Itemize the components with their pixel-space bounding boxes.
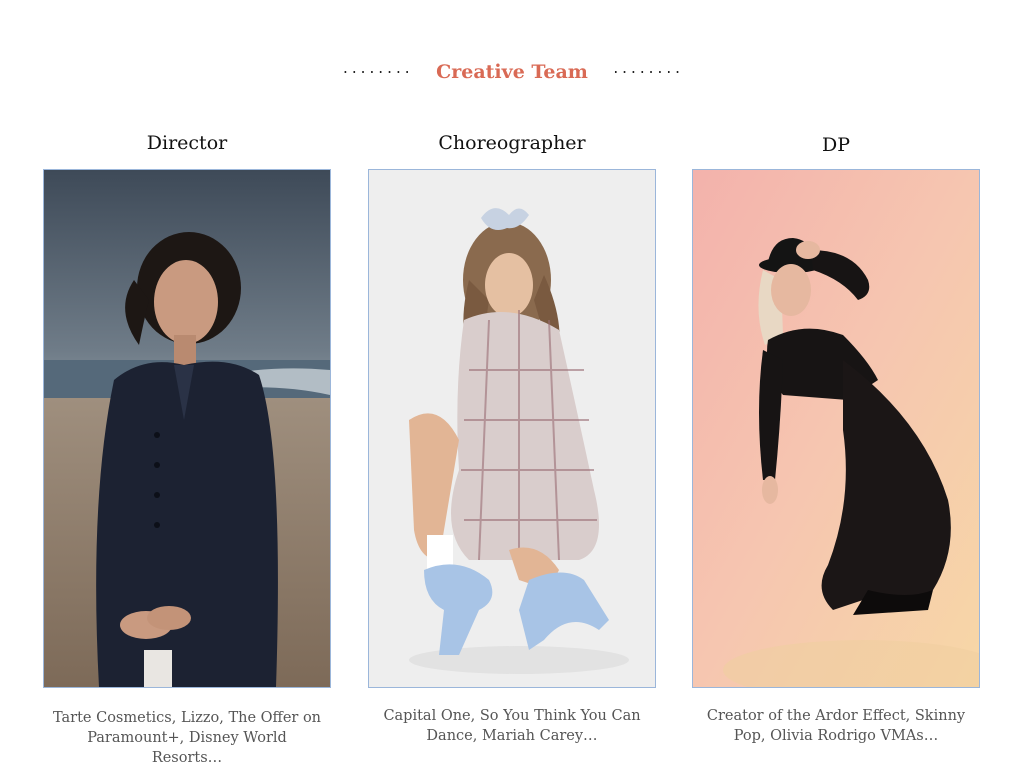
director-photo[interactable] (43, 169, 331, 688)
role-title: DP (821, 134, 851, 156)
team-card-choreographer: Choreographer Capital One, So You Think … (368, 128, 656, 746)
credits-text: Capital One, So You Think You Can Dance,… (383, 708, 641, 744)
choreographer-portrait-image (369, 170, 655, 687)
choreographer-photo[interactable] (368, 169, 656, 688)
role-title: Choreographer (438, 132, 586, 154)
director-portrait-image (44, 170, 330, 687)
credits-text: Creator of the Ardor Effect, Skinny Pop,… (706, 708, 966, 744)
role-title: Director (146, 132, 228, 154)
team-card-dp: DP Creator of the Ardor Effect, Skinny P… (692, 128, 980, 746)
team-card-director: Director Tarte Cosmetics, Lizzo, The Off… (43, 128, 331, 768)
dp-portrait-image (693, 170, 979, 687)
credits-text: Tarte Cosmetics, Lizzo, The Offer on Par… (52, 710, 322, 766)
left-ornament: ........ (341, 61, 413, 77)
right-ornament: ........ (611, 61, 683, 77)
dp-photo[interactable] (692, 169, 980, 688)
section-title: Creative Team (436, 61, 588, 83)
section-header: ........ Creative Team ........ (0, 56, 1024, 88)
